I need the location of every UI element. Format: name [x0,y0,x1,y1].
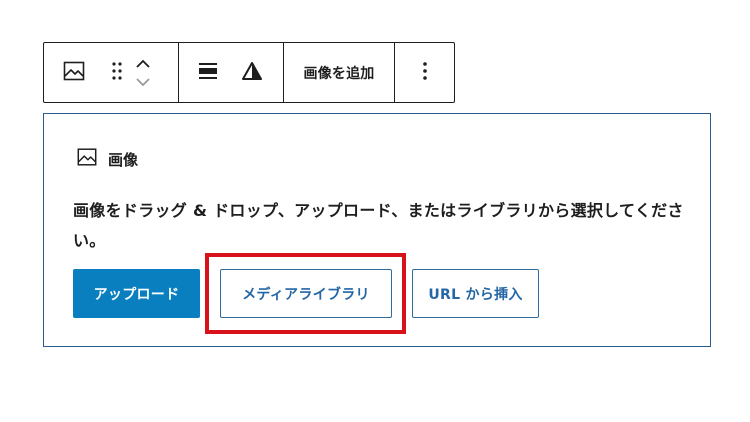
block-label-text: 画像 [108,149,138,170]
drag-handle-icon [111,61,123,85]
media-library-button[interactable]: メディアライブラリ [220,269,392,318]
move-up-button[interactable] [131,55,155,73]
placeholder-instructions: 画像をドラッグ & ドロップ、アップロード、またはライブラリから選択してください… [73,196,693,256]
align-icon [197,61,219,85]
upload-button[interactable]: アップロード [73,269,200,318]
editor-stage: 画像を追加 画像 [0,0,750,422]
toolbar-group-add: 画像を追加 [283,43,394,102]
add-image-button[interactable]: 画像を追加 [304,43,375,102]
add-image-label: 画像を追加 [304,63,375,83]
block-movers [130,43,156,102]
filter-button[interactable] [237,43,267,102]
align-button[interactable] [179,43,237,102]
insert-from-url-button[interactable]: URL から挿入 [412,269,539,318]
image-block-placeholder[interactable]: 画像 画像をドラッグ & ドロップ、アップロード、またはライブラリから選択してく… [43,113,711,347]
image-icon [62,59,86,87]
chevron-up-icon [135,54,151,73]
block-toolbar: 画像を追加 [43,42,455,103]
chevron-down-icon [135,72,151,91]
toolbar-group-more [394,43,454,102]
toolbar-group-format [178,43,283,102]
toolbar-group-block [44,43,178,102]
block-label: 画像 [76,146,138,172]
block-type-button[interactable] [44,43,104,102]
image-icon [76,146,98,172]
more-options-icon [422,61,428,85]
drag-handle-button[interactable] [104,43,130,102]
move-down-button[interactable] [131,73,155,91]
filter-icon [241,61,263,85]
more-options-button[interactable] [395,43,454,102]
